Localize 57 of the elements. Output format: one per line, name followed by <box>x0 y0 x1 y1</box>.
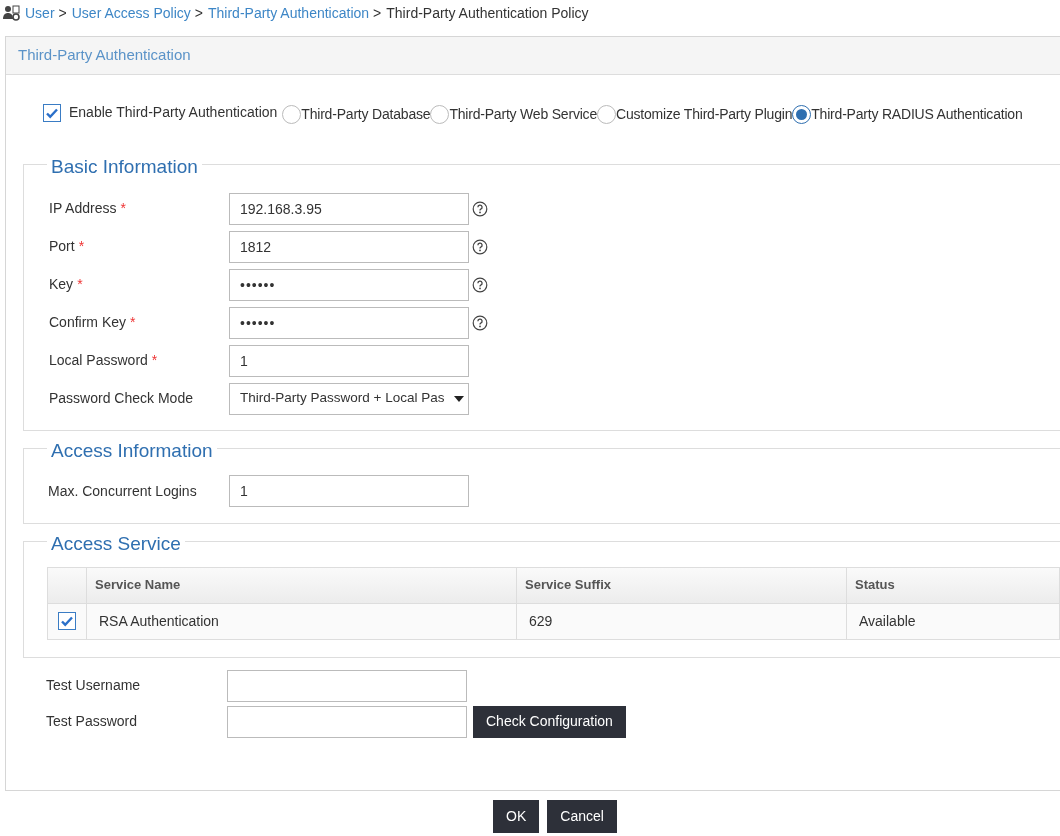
table-cell: 629 <box>517 603 847 639</box>
radio-label: Third-Party RADIUS Authentication <box>811 105 1023 124</box>
breadcrumb-link[interactable]: Third-Party Authentication <box>208 2 370 24</box>
input-field[interactable]: 192.168.3.95 <box>229 192 469 225</box>
radio-button[interactable] <box>792 105 812 124</box>
radio-label: Third-Party Database <box>301 105 431 124</box>
input-field[interactable]: 1812 <box>229 230 469 263</box>
input-field[interactable] <box>227 705 467 738</box>
column-header: Service Name <box>87 567 517 603</box>
table-cell: RSA Authentication <box>87 603 517 639</box>
field-label: Local Password <box>49 351 148 370</box>
field-label: Test Password <box>46 712 139 731</box>
enable-label: Enable Third-Party Authentication <box>69 103 278 122</box>
password-field[interactable]: •••••• <box>229 306 469 339</box>
input-field[interactable]: 1 <box>229 344 469 377</box>
column-header: Status <box>847 567 1060 603</box>
field-label: Max. Concurrent Logins <box>48 481 198 501</box>
select-field[interactable]: Third-Party Password + Local Pas <box>229 382 469 415</box>
breadcrumb-separator: > <box>373 3 382 23</box>
user-settings-icon <box>3 4 21 22</box>
radio-button[interactable] <box>430 105 450 124</box>
input-field[interactable] <box>227 669 467 702</box>
field-label: Password Check Mode <box>49 389 193 408</box>
radio-button[interactable] <box>597 105 616 124</box>
breadcrumb-link[interactable]: User <box>25 2 55 24</box>
required-mark: * <box>130 313 136 332</box>
radio-label: Customize Third-Party Plugin <box>616 105 793 124</box>
required-mark: * <box>120 199 126 218</box>
field-label: Test Username <box>46 676 142 695</box>
breadcrumb-separator: > <box>194 3 203 23</box>
field-label: IP Address <box>49 199 117 218</box>
panel-title: Third-Party Authentication <box>18 45 191 66</box>
checkbox[interactable] <box>43 103 61 122</box>
field-label: Confirm Key <box>49 313 127 332</box>
field-label: Port <box>49 237 75 256</box>
radio-button[interactable] <box>282 105 302 124</box>
required-mark: * <box>151 351 158 370</box>
table-cell: Available <box>847 603 1060 639</box>
breadcrumb-current: Third-Party Authentication Policy <box>386 3 589 23</box>
cancel-button[interactable]: Cancel <box>547 800 617 833</box>
caret-icon <box>454 395 464 402</box>
breadcrumb-link[interactable]: User Access Policy <box>71 2 191 24</box>
checkbox[interactable] <box>58 612 76 630</box>
required-mark: * <box>78 237 85 256</box>
input-field[interactable]: 1 <box>229 475 469 507</box>
help-icon[interactable] <box>472 238 488 255</box>
breadcrumb-separator: > <box>58 3 67 23</box>
password-field[interactable]: •••••• <box>229 268 469 301</box>
help-icon[interactable] <box>472 314 488 331</box>
field-label: Key <box>49 275 74 294</box>
check-configuration-button[interactable]: Check Configuration <box>473 705 626 738</box>
radio-label: Third-Party Web Service <box>449 105 597 124</box>
ok-button[interactable]: OK <box>493 800 540 833</box>
help-icon[interactable] <box>472 276 488 293</box>
required-mark: * <box>77 275 83 294</box>
column-header: Service Suffix <box>517 567 847 603</box>
help-icon[interactable] <box>472 200 488 217</box>
